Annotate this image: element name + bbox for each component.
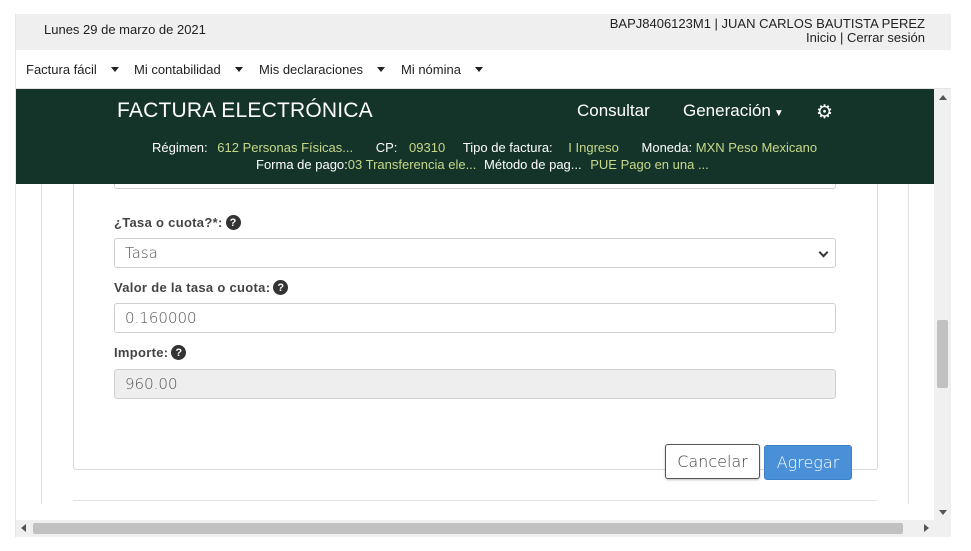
scrollbar-corner <box>934 520 951 537</box>
help-icon[interactable]: ? <box>225 215 241 230</box>
scroll-left-icon[interactable] <box>21 524 26 532</box>
nav-consultar[interactable]: Consultar <box>577 101 650 121</box>
form-content: ¿Tasa o cuota?*:? Tasa Valor de la tasa … <box>16 184 934 522</box>
regimen-value: 612 Personas Físicas... <box>217 140 354 155</box>
tipo-factura-value: I Ingreso <box>568 140 619 155</box>
tasa-cuota-select[interactable]: Tasa <box>114 238 836 268</box>
cp-label: CP: <box>375 140 398 155</box>
session-links: Inicio | Cerrar sesión <box>610 31 925 45</box>
moneda-value: MXN Peso Mexicano <box>695 140 818 155</box>
valor-tasa-input[interactable]: 0.160000 <box>114 303 836 333</box>
scroll-up-icon[interactable] <box>939 95 947 100</box>
caret-down-icon <box>474 67 483 72</box>
metodo-pago-value: PUE Pago en una ... <box>590 157 709 172</box>
forma-pago-value: 03 Transferencia ele... <box>347 157 477 172</box>
inicio-link[interactable]: Inicio <box>806 30 836 45</box>
cancel-button[interactable]: Cancelar <box>665 444 760 479</box>
current-date: Lunes 29 de marzo de 2021 <box>44 22 206 37</box>
importe-label-text: Importe: <box>114 345 169 360</box>
caret-down-icon: ▼ <box>773 108 784 119</box>
vertical-scrollbar[interactable] <box>934 89 951 521</box>
menu-mi-nomina[interactable]: Mi nómina <box>401 62 483 77</box>
tasa-cuota-selected-value: Tasa <box>125 244 158 262</box>
forma-pago-label: Forma de pago: <box>256 157 348 172</box>
horizontal-scrollbar[interactable] <box>16 520 934 537</box>
page-title: FACTURA ELECTRÓNICA <box>117 99 373 122</box>
horizontal-scroll-thumb[interactable] <box>33 523 903 534</box>
caret-down-icon <box>377 67 386 72</box>
valor-tasa-label-text: Valor de la tasa o cuota: <box>114 280 271 295</box>
help-icon[interactable]: ? <box>171 345 187 360</box>
tipo-factura-label: Tipo de factura: <box>462 140 553 155</box>
moneda-label: Moneda: <box>641 140 693 155</box>
panel-divider <box>73 500 877 501</box>
valor-tasa-value: 0.160000 <box>125 309 197 327</box>
caret-down-icon <box>234 67 243 72</box>
browser-page: Lunes 29 de marzo de 2021 BAPJ8406123M1 … <box>15 14 951 537</box>
menu-item-label: Factura fácil <box>26 62 97 77</box>
menu-mi-contabilidad[interactable]: Mi contabilidad <box>134 62 243 77</box>
tasa-cuota-label: ¿Tasa o cuota?*:? <box>114 215 241 230</box>
user-info: BAPJ8406123M1 | JUAN CARLOS BAUTISTA PER… <box>610 17 925 45</box>
scroll-right-icon[interactable] <box>924 524 929 532</box>
help-icon[interactable]: ? <box>273 280 289 295</box>
importe-input: 960.00 <box>114 369 836 399</box>
cp-value: 09310 <box>409 140 446 155</box>
metodo-pago-label: Método de pag... <box>484 157 582 172</box>
previous-field[interactable] <box>114 184 836 189</box>
top-info-bar: Lunes 29 de marzo de 2021 BAPJ8406123M1 … <box>16 14 951 50</box>
importe-label: Importe:? <box>114 345 187 360</box>
menu-item-label: Mi nómina <box>401 62 461 77</box>
menu-item-label: Mis declaraciones <box>259 62 364 77</box>
menu-item-label: Mi contabilidad <box>134 62 221 77</box>
header-info-row-2: Forma de pago:03 Transferencia ele... Mé… <box>256 157 709 172</box>
factura-header: FACTURA ELECTRÓNICA Consultar Generación… <box>16 89 934 184</box>
valor-tasa-label: Valor de la tasa o cuota:? <box>114 280 289 295</box>
menu-mis-declaraciones[interactable]: Mis declaraciones <box>259 62 386 77</box>
caret-down-icon <box>110 67 119 72</box>
scroll-down-icon[interactable] <box>939 510 947 515</box>
vertical-scroll-thumb[interactable] <box>937 320 948 388</box>
regimen-label: Régimen: <box>152 140 208 155</box>
logout-link[interactable]: Cerrar sesión <box>847 30 925 45</box>
add-button[interactable]: Agregar <box>764 445 852 480</box>
nav-generacion[interactable]: Generación ▼ <box>683 101 784 121</box>
tasa-cuota-label-text: ¿Tasa o cuota?*: <box>114 215 223 230</box>
nav-generacion-label: Generación <box>683 101 771 120</box>
gear-icon[interactable]: ⚙ <box>816 101 833 124</box>
chevron-down-icon <box>818 247 829 258</box>
menu-factura-facil[interactable]: Factura fácil <box>26 62 119 77</box>
importe-value: 960.00 <box>125 375 178 393</box>
user-name: BAPJ8406123M1 | JUAN CARLOS BAUTISTA PER… <box>609 16 925 31</box>
link-separator: | <box>836 30 847 45</box>
header-info-row-1: Régimen: 612 Personas Físicas... CP: 093… <box>152 140 817 155</box>
main-menu: Factura fácil Mi contabilidad Mis declar… <box>16 50 951 89</box>
